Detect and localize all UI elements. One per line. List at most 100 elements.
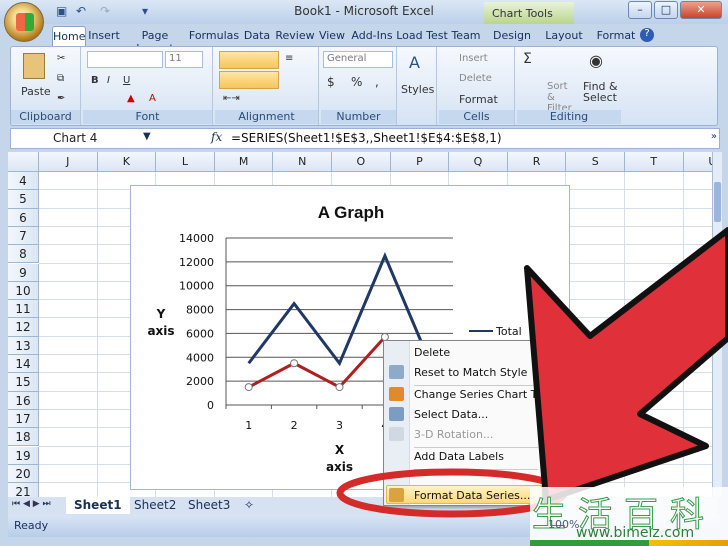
menu-item-delete[interactable]: Delete: [414, 346, 450, 359]
name-box-dropdown-icon[interactable]: ▼: [143, 131, 151, 142]
italic-button[interactable]: I: [107, 75, 110, 86]
row-header-10[interactable]: 10: [8, 281, 39, 301]
wrap-text-icon[interactable]: ≡: [285, 53, 293, 64]
column-header-T[interactable]: T: [625, 152, 684, 172]
save-icon[interactable]: ▣: [56, 4, 70, 18]
font-color-icon[interactable]: A: [149, 93, 156, 104]
insert-sheet-icon[interactable]: ✧: [236, 497, 262, 514]
scroll-thumb[interactable]: [714, 182, 721, 222]
number-format-field[interactable]: General: [323, 51, 393, 68]
font-name-field[interactable]: [87, 51, 163, 68]
maximize-button[interactable]: □: [654, 1, 678, 19]
help-icon[interactable]: ?: [640, 28, 654, 42]
format-painter-icon[interactable]: ✒: [57, 93, 65, 104]
underline-button[interactable]: U: [123, 75, 130, 86]
row-header-5[interactable]: 5: [8, 190, 39, 209]
redo-icon[interactable]: ↷: [100, 4, 114, 18]
row-header-9[interactable]: 9: [8, 263, 39, 282]
row-header-13[interactable]: 13: [8, 336, 39, 355]
row-header-15[interactable]: 15: [8, 373, 39, 392]
row-header-19[interactable]: 19: [8, 446, 39, 465]
find-select-button[interactable]: Find & Select: [583, 81, 619, 103]
sheet-tab-sheet3[interactable]: Sheet3: [180, 497, 238, 514]
insert-cells-button[interactable]: Insert: [459, 53, 488, 64]
format-icon: [389, 488, 404, 502]
column-header-U[interactable]: U: [683, 152, 712, 172]
tab-formulas[interactable]: Formulas: [188, 26, 240, 46]
autosum-icon[interactable]: Σ: [523, 51, 532, 67]
menu-item-change-series-chart-type[interactable]: Change Series Chart Type...: [414, 388, 566, 401]
row-header-16[interactable]: 16: [8, 391, 39, 410]
office-button[interactable]: [4, 2, 44, 42]
percent-button[interactable]: %: [351, 75, 362, 89]
tab-review[interactable]: Review: [274, 26, 316, 46]
row-header-12[interactable]: 12: [8, 318, 39, 337]
row-header-21[interactable]: 21: [8, 483, 39, 497]
sheet-nav-icon[interactable]: ⏮ ◀ ▶ ⏭: [12, 499, 51, 509]
paste-button[interactable]: Paste: [21, 85, 51, 98]
tab-format[interactable]: Format: [594, 26, 638, 46]
tab-design[interactable]: Design: [490, 26, 534, 46]
align-top-button[interactable]: [219, 51, 279, 69]
y-axis-title: axis: [147, 324, 174, 338]
menu-item-add-data-labels[interactable]: Add Data Labels: [414, 450, 504, 463]
sheet-tab-sheet2[interactable]: Sheet2: [126, 497, 184, 514]
align-left-button[interactable]: [219, 71, 279, 89]
bold-button[interactable]: B: [91, 75, 99, 86]
column-header-N[interactable]: N: [273, 152, 332, 172]
zoom-level[interactable]: 100%: [548, 518, 579, 531]
ribbon-tabs: Home Insert Page Layout Formulas Data Re…: [0, 24, 728, 55]
column-header-K[interactable]: K: [97, 152, 157, 172]
row-header-14[interactable]: 14: [8, 355, 39, 374]
column-header-Q[interactable]: Q: [449, 152, 508, 172]
row-header-4[interactable]: 4: [8, 172, 39, 191]
menu-item-format-data-series[interactable]: Format Data Series...: [414, 489, 530, 502]
tab-data[interactable]: Data: [240, 26, 274, 46]
row-header-18[interactable]: 18: [8, 428, 39, 447]
styles-button[interactable]: Styles: [401, 83, 434, 96]
customize-qat-icon[interactable]: ▾: [142, 4, 156, 18]
font-size-field[interactable]: 11: [165, 51, 203, 68]
insert-function-button[interactable]: fx: [211, 130, 222, 144]
tab-page-layout[interactable]: Page Layout: [122, 26, 188, 55]
column-header-P[interactable]: P: [390, 152, 450, 172]
cut-icon[interactable]: ✂: [57, 53, 65, 64]
select-all-corner[interactable]: [8, 152, 39, 172]
row-header-8[interactable]: 8: [8, 245, 39, 264]
close-button[interactable]: ✕: [680, 1, 722, 19]
delete-cells-button[interactable]: Delete: [459, 73, 492, 84]
name-box[interactable]: Chart 4: [11, 129, 156, 148]
column-header-M[interactable]: M: [214, 152, 274, 172]
menu-item-reset-to-match-style[interactable]: Reset to Match Style: [414, 366, 527, 379]
column-header-O[interactable]: O: [332, 152, 391, 172]
column-header-R[interactable]: R: [507, 152, 567, 172]
row-header-11[interactable]: 11: [8, 300, 39, 319]
fill-color-icon[interactable]: ▲: [127, 93, 135, 104]
copy-icon[interactable]: ⧉: [57, 73, 64, 84]
currency-button[interactable]: $: [327, 75, 335, 89]
expand-formula-icon[interactable]: »: [711, 131, 717, 142]
tab-home[interactable]: Home: [52, 26, 86, 46]
formula-input[interactable]: =SERIES(Sheet1!$E$3,,Sheet1!$E$4:$E$8,1): [231, 131, 502, 145]
tab-layout[interactable]: Layout: [542, 26, 586, 46]
indent-icon[interactable]: ⇤⇥: [223, 93, 240, 104]
comma-button[interactable]: ,: [375, 75, 379, 89]
row-header-17[interactable]: 17: [8, 409, 39, 429]
column-header-L[interactable]: L: [156, 152, 215, 172]
format-cells-button[interactable]: Format: [459, 93, 498, 106]
tab-team[interactable]: Team: [448, 26, 484, 46]
row-header-6[interactable]: 6: [8, 208, 39, 227]
tab-insert[interactable]: Insert: [86, 26, 122, 46]
vertical-scrollbar[interactable]: [712, 152, 722, 497]
row-header-20[interactable]: 20: [8, 464, 39, 484]
minimize-button[interactable]: –: [628, 1, 652, 19]
tab-load-test[interactable]: Load Test: [396, 26, 448, 46]
column-header-J[interactable]: J: [39, 152, 98, 172]
tab-add-ins[interactable]: Add-Ins: [348, 26, 396, 46]
menu-item-select-data[interactable]: Select Data...: [414, 408, 488, 421]
tab-view[interactable]: View: [316, 26, 348, 46]
row-header-7[interactable]: 7: [8, 226, 39, 246]
column-header-S[interactable]: S: [566, 152, 625, 172]
sheet-tab-sheet1[interactable]: Sheet1: [66, 497, 130, 514]
undo-icon[interactable]: ↶: [76, 4, 90, 18]
